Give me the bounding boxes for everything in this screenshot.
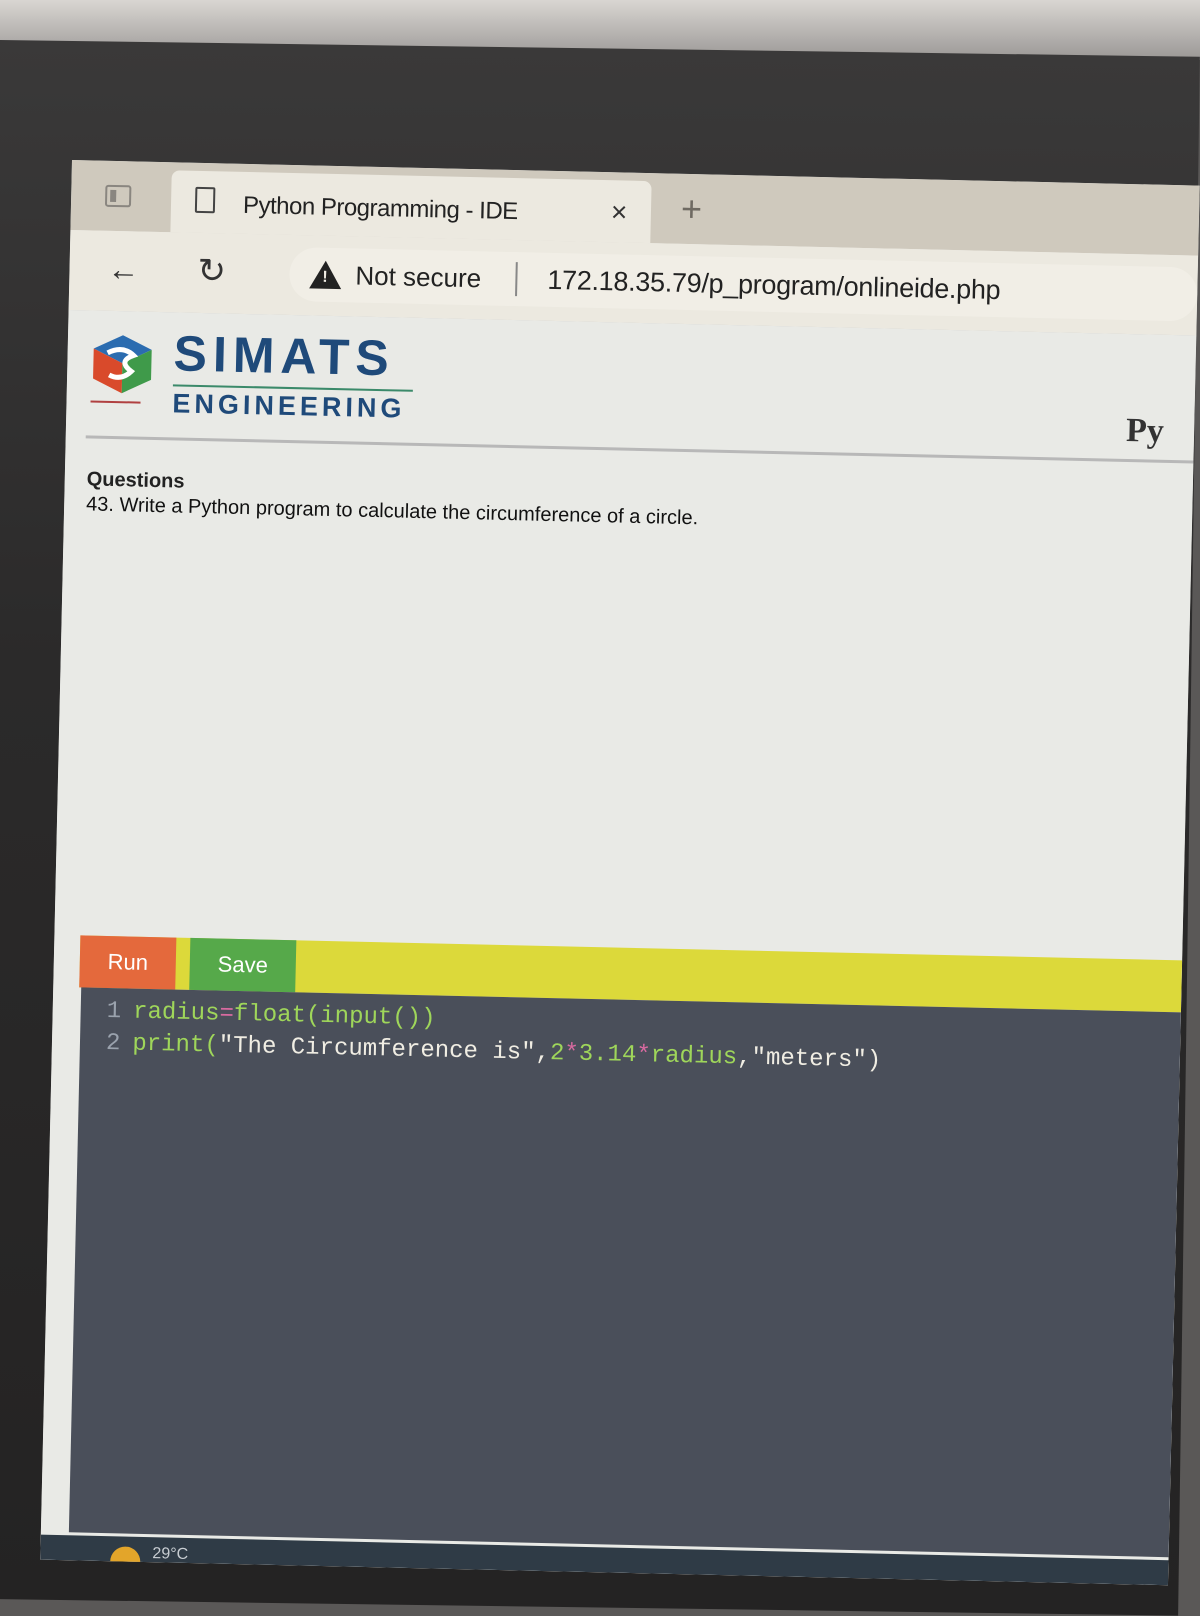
code-token: * [636,1042,652,1070]
url-field[interactable]: Not secure 172.18.35.79/p_program/online… [288,246,1198,322]
site-header: SIMATS ENGINEERING Py [85,310,1197,464]
back-arrow-icon[interactable]: ← [107,251,140,289]
logo-title: SIMATS [173,325,396,387]
save-button[interactable]: Save [189,937,297,993]
weather-temperature[interactable]: 29°C [152,1545,188,1564]
reload-icon[interactable]: ↻ [197,251,226,292]
line-number: 1 [106,998,122,1026]
page-icon [194,186,216,214]
monitor-screen: Python Programming - IDE × + ← ↻ Not sec… [40,160,1200,1586]
divider [515,262,518,297]
web-page: SIMATS ENGINEERING Py Questions 43. Writ… [40,309,1197,1586]
code-token: , [736,1044,752,1072]
logo-underline [90,400,141,404]
new-tab-icon[interactable]: + [681,188,703,230]
code-token: = [219,1000,235,1028]
simats-logo-icon [93,335,152,394]
run-button[interactable]: Run [79,935,177,990]
code-token: 3.14 [578,1040,637,1070]
code-line[interactable]: 2 print("The Circumference is",2*3.14*rad… [106,1030,882,1075]
code-token: "meters" [751,1044,868,1075]
code-token: float(input()) [233,1000,436,1033]
questions-heading: Questions [86,468,185,493]
code-editor[interactable]: 1 radius=float(input()) 2 print("The Circu… [68,987,1181,1558]
security-label[interactable]: Not secure [355,260,481,294]
code-token: print( [132,1030,220,1060]
close-tab-icon[interactable]: × [611,196,628,228]
code-token: radius [650,1042,738,1072]
code-token: "The Circumference is" [218,1032,536,1067]
code-line[interactable]: 1 radius=float(input()) [106,998,435,1032]
active-tab[interactable]: Python Programming - IDE × [170,170,652,244]
code-token: 2 [549,1040,565,1068]
tab-actions-icon[interactable] [104,184,132,208]
page-heading-fragment: Py [1125,411,1165,450]
warning-icon[interactable] [309,260,342,290]
code-token: radius [132,998,220,1028]
code-token: ) [866,1047,882,1075]
url-text[interactable]: 172.18.35.79/p_program/onlineide.php [547,265,1001,306]
question-text: 43. Write a Python program to calculate … [85,493,699,530]
code-token: , [535,1039,551,1068]
tab-title: Python Programming - IDE [242,191,519,226]
code-token: * [564,1040,580,1068]
logo-subtitle: ENGINEERING [172,388,406,424]
line-number: 2 [105,1030,121,1058]
